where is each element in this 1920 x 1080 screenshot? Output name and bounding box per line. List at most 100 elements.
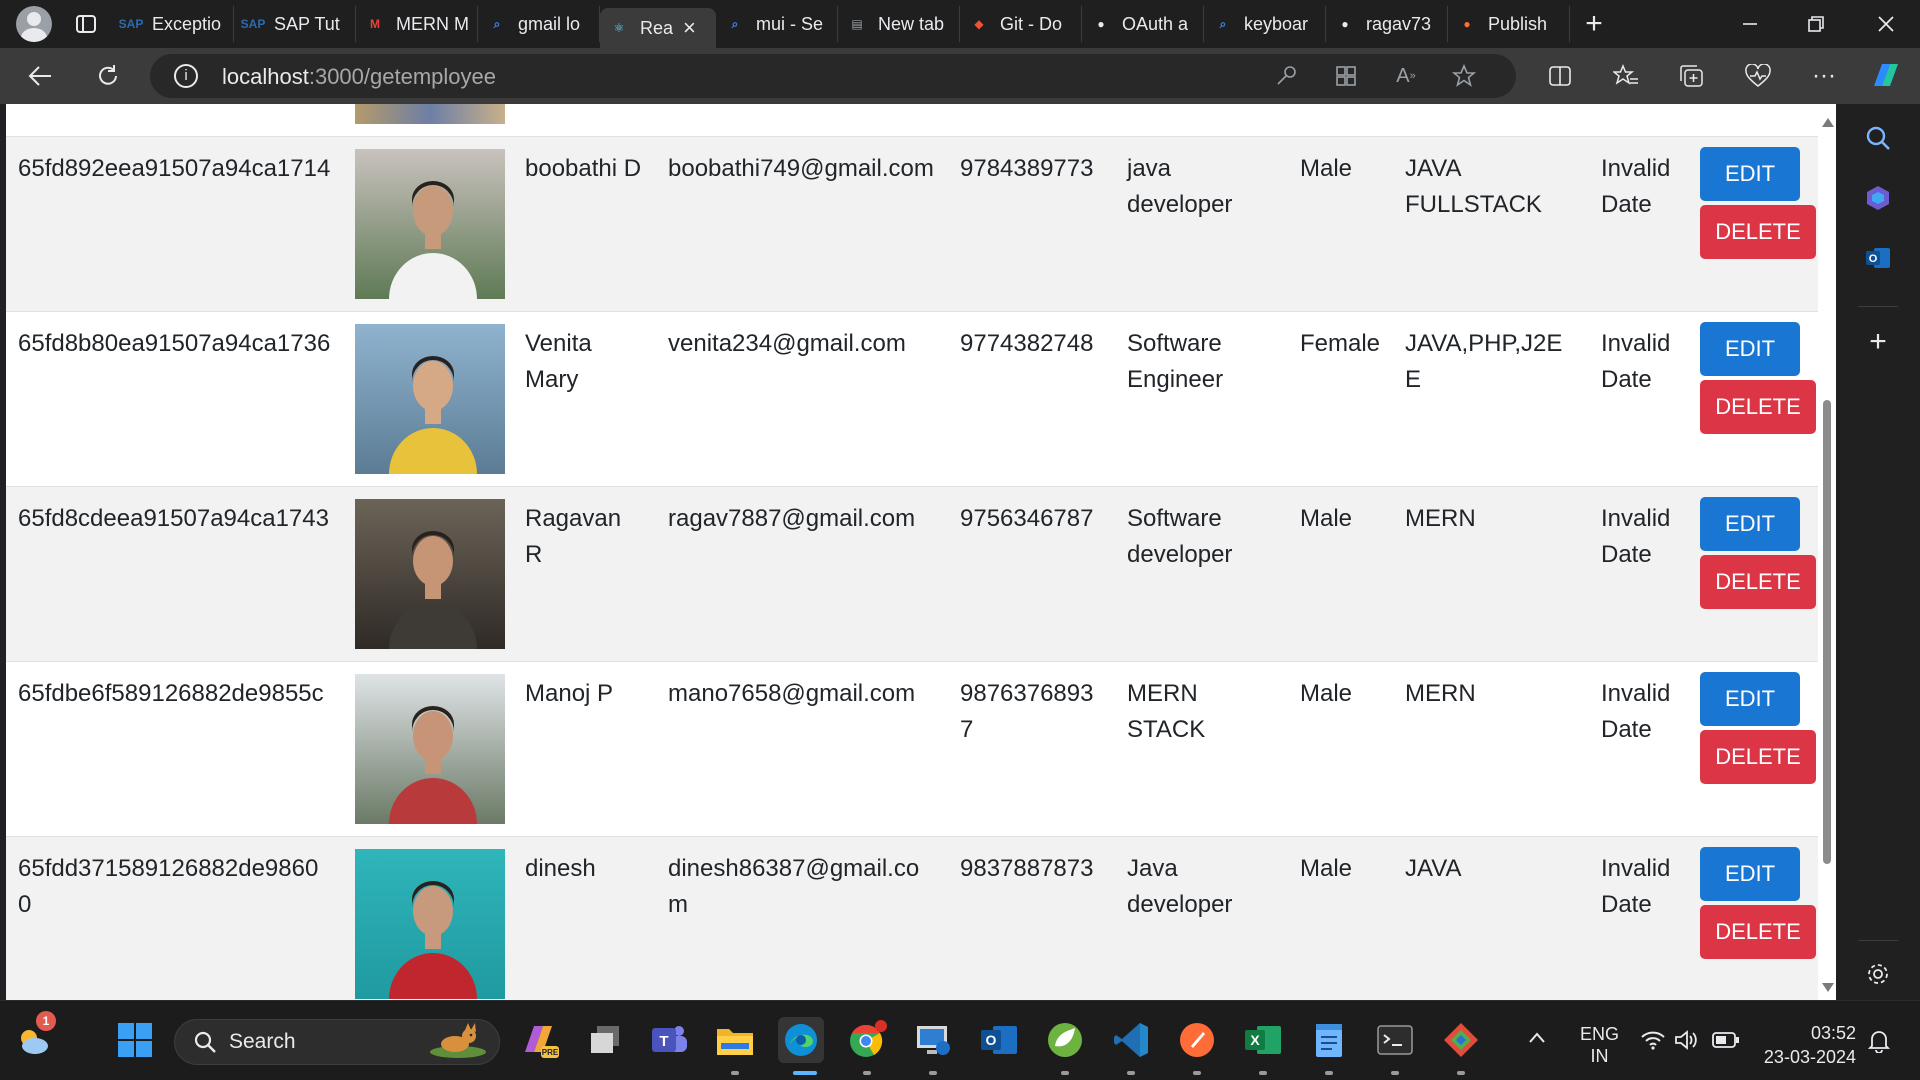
- employee-designation-cell: Java developer: [1115, 836, 1288, 1000]
- chrome-icon[interactable]: [844, 1017, 890, 1063]
- address-bar[interactable]: i localhost:3000/getemployee A»: [150, 54, 1516, 98]
- restore-icon[interactable]: [1786, 0, 1846, 48]
- profile-avatar[interactable]: [16, 6, 52, 42]
- favorites-icon[interactable]: [1606, 56, 1646, 96]
- more-options-icon[interactable]: ···: [1804, 56, 1844, 96]
- gmail-icon: M: [370, 17, 380, 31]
- row-actions-cell: EDIT DELETE: [1688, 486, 1832, 661]
- file-explorer-icon[interactable]: [712, 1017, 758, 1063]
- sidebar-copilot-icon[interactable]: [1858, 178, 1898, 218]
- spring-tools-icon[interactable]: [1042, 1017, 1088, 1063]
- edit-button[interactable]: EDIT: [1700, 671, 1800, 726]
- scroll-thumb[interactable]: [1823, 400, 1831, 864]
- read-aloud-icon[interactable]: A»: [1386, 56, 1426, 96]
- copilot-icon[interactable]: [1866, 56, 1906, 96]
- browser-tab[interactable]: SAP Exceptio: [112, 6, 234, 42]
- employee-name: dinesh: [525, 854, 596, 882]
- scroll-down-arrow-icon[interactable]: [1822, 983, 1834, 992]
- minimize-icon[interactable]: [1720, 0, 1780, 48]
- favorite-star-icon[interactable]: [1444, 56, 1484, 96]
- delete-button[interactable]: DELETE: [1700, 729, 1816, 784]
- employee-id: 65fd8cdeea91507a94ca1743: [18, 504, 329, 532]
- browser-tab[interactable]: SAP SAP Tut: [234, 6, 356, 42]
- notification-bell-icon[interactable]: [1867, 1029, 1891, 1058]
- browser-essentials-icon[interactable]: [1738, 56, 1778, 96]
- delete-button[interactable]: DELETE: [1700, 204, 1816, 259]
- browser-tab[interactable]: ◆ Git - Do: [960, 6, 1082, 42]
- employee-designation: Software Engineer: [1127, 329, 1224, 393]
- language-indicator[interactable]: ENG IN: [1580, 1023, 1619, 1067]
- employee-gender-cell: Male: [1288, 661, 1393, 836]
- close-tab-icon[interactable]: ×: [683, 15, 696, 41]
- browser-tab[interactable]: ⌕ mui - Se: [716, 6, 838, 42]
- new-tab-button[interactable]: +: [1576, 6, 1612, 42]
- task-view-icon[interactable]: [582, 1017, 628, 1063]
- postman-icon[interactable]: [1174, 1017, 1220, 1063]
- delete-button[interactable]: DELETE: [1700, 904, 1816, 959]
- terminal-icon[interactable]: [1372, 1017, 1418, 1063]
- key-icon[interactable]: [1266, 56, 1306, 96]
- browser-tab[interactable]: ⌕ keyboar: [1204, 6, 1326, 42]
- weather-widget-icon[interactable]: 1: [10, 1011, 56, 1063]
- clock[interactable]: 03:52 23-03-2024: [1756, 1021, 1856, 1069]
- sidebar-settings-gear-icon[interactable]: [1858, 954, 1898, 994]
- edit-button[interactable]: EDIT: [1700, 146, 1800, 201]
- notepad-icon[interactable]: [1306, 1017, 1352, 1063]
- tab-title: Git - Do: [1000, 13, 1063, 34]
- battery-icon[interactable]: [1712, 1031, 1740, 1054]
- employee-date-cell: Invalid Date: [1589, 136, 1688, 311]
- sidebar-add-icon[interactable]: +: [1858, 322, 1898, 362]
- remote-desktop-icon[interactable]: [910, 1017, 956, 1063]
- excel-icon[interactable]: X: [1240, 1017, 1286, 1063]
- browser-tab[interactable]: ▤ New tab: [838, 6, 960, 42]
- browser-tab[interactable]: ● OAuth a: [1082, 6, 1204, 42]
- browser-tab[interactable]: M MERN M: [356, 6, 478, 42]
- browser-tab[interactable]: ● ragav73: [1326, 6, 1448, 42]
- edit-button[interactable]: EDIT: [1700, 496, 1800, 551]
- employee-email-cell: boobathi749@gmail.com: [656, 136, 948, 311]
- edge-icon[interactable]: [778, 1017, 824, 1063]
- employee-photo: [355, 673, 505, 824]
- github-icon: ●: [1341, 17, 1349, 31]
- git-gui-icon[interactable]: [1438, 1017, 1484, 1063]
- refresh-icon[interactable]: [88, 56, 128, 96]
- browser-tab[interactable]: ⌕ gmail lo: [478, 6, 600, 42]
- employee-designation: Java developer: [1127, 854, 1233, 918]
- employee-email-cell: ragav7887@gmail.com: [656, 486, 948, 661]
- vscode-icon[interactable]: [1108, 1017, 1154, 1063]
- back-arrow-icon[interactable]: [20, 56, 60, 96]
- employee-designation-cell: MERN STACK: [1115, 661, 1288, 836]
- site-info-icon[interactable]: i: [174, 64, 198, 88]
- collections-icon[interactable]: [1672, 56, 1712, 96]
- url-text[interactable]: localhost:3000/getemployee: [222, 64, 496, 90]
- show-hidden-icons-chevron-up-icon[interactable]: [1528, 1029, 1546, 1050]
- page-scrollbar[interactable]: [1818, 104, 1836, 1000]
- scroll-up-arrow-icon[interactable]: [1822, 118, 1834, 127]
- volume-icon[interactable]: [1674, 1029, 1700, 1056]
- close-window-icon[interactable]: [1856, 0, 1916, 48]
- employee-id: 65fdbe6f589126882de9855c: [18, 679, 324, 707]
- browser-tab[interactable]: ● Publish: [1448, 6, 1570, 42]
- delete-button[interactable]: DELETE: [1700, 554, 1816, 609]
- copilot-preview-icon[interactable]: PRE: [516, 1017, 562, 1063]
- browser-tab[interactable]: ⚛ Rea ×: [600, 8, 716, 48]
- split-screen-icon[interactable]: [1540, 56, 1580, 96]
- sidebar-divider-bottom: [1858, 940, 1898, 941]
- windows-start-icon[interactable]: [112, 1017, 158, 1063]
- row-actions-cell: EDIT DELETE: [1688, 836, 1832, 1000]
- apps-icon[interactable]: [1326, 56, 1366, 96]
- sidebar-outlook-icon[interactable]: O: [1858, 238, 1898, 278]
- employee-gender: Female: [1300, 329, 1381, 357]
- employee-course-cell: JAVA FULLSTACK: [1393, 136, 1589, 311]
- sidebar-search-icon[interactable]: [1858, 118, 1898, 158]
- wifi-icon[interactable]: [1640, 1029, 1666, 1056]
- edit-button[interactable]: EDIT: [1700, 321, 1800, 376]
- teams-icon[interactable]: T: [646, 1017, 692, 1063]
- employee-designation: MERN STACK: [1127, 679, 1206, 743]
- taskbar-search[interactable]: Search: [174, 1019, 500, 1065]
- running-indicator: [1061, 1071, 1069, 1075]
- delete-button[interactable]: DELETE: [1700, 379, 1816, 434]
- workspaces-icon[interactable]: [68, 6, 104, 42]
- edit-button[interactable]: EDIT: [1700, 846, 1800, 901]
- outlook-icon[interactable]: O: [976, 1017, 1022, 1063]
